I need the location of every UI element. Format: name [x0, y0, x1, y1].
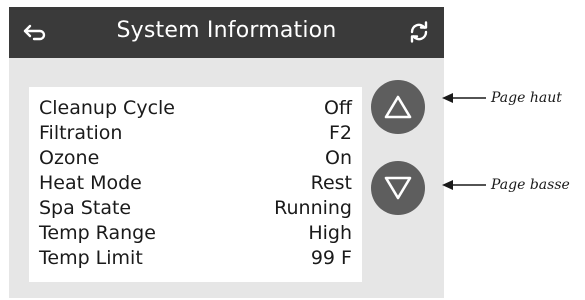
info-label: Filtration [39, 121, 123, 144]
info-row-heat-mode: Heat Mode Rest [39, 170, 352, 195]
info-label: Temp Limit [39, 246, 143, 269]
info-label: Cleanup Cycle [39, 96, 175, 119]
page-down-annotation: Page basse [442, 177, 570, 193]
triangle-down-icon [384, 176, 412, 200]
info-label: Ozone [39, 146, 100, 169]
info-label: Heat Mode [39, 171, 142, 194]
info-row-cleanup-cycle: Cleanup Cycle Off [39, 95, 352, 120]
page-up-annotation-label: Page haut [491, 90, 562, 106]
info-row-ozone: Ozone On [39, 145, 352, 170]
info-row-temp-limit: Temp Limit 99 F [39, 245, 352, 270]
page-up-annotation: Page haut [442, 90, 562, 106]
info-row-spa-state: Spa State Running [39, 195, 352, 220]
info-value: 99 F [310, 246, 352, 269]
arrow-left-icon [442, 180, 486, 190]
triangle-up-icon [384, 95, 412, 119]
info-value: Running [274, 196, 352, 219]
info-row-temp-range: Temp Range High [39, 220, 352, 245]
page-down-button[interactable] [371, 161, 425, 215]
info-value: F2 [328, 121, 352, 144]
info-value: Rest [310, 171, 352, 194]
page-up-button[interactable] [371, 80, 425, 134]
header-bar: System Information [9, 7, 444, 58]
refresh-icon[interactable] [406, 19, 432, 45]
info-value: Off [323, 96, 352, 119]
info-label: Spa State [39, 196, 132, 219]
info-label: Temp Range [39, 221, 156, 244]
page-down-annotation-label: Page basse [491, 177, 570, 193]
arrow-left-icon [442, 93, 486, 103]
system-info-panel: Cleanup Cycle Off Filtration F2 Ozone On… [29, 87, 362, 282]
info-value: High [308, 221, 352, 244]
info-row-filtration: Filtration F2 [39, 120, 352, 145]
spa-control-screen: System Information Cleanup Cycle Off Fil… [9, 7, 444, 298]
info-value: On [325, 146, 352, 169]
page-title: System Information [116, 18, 337, 43]
